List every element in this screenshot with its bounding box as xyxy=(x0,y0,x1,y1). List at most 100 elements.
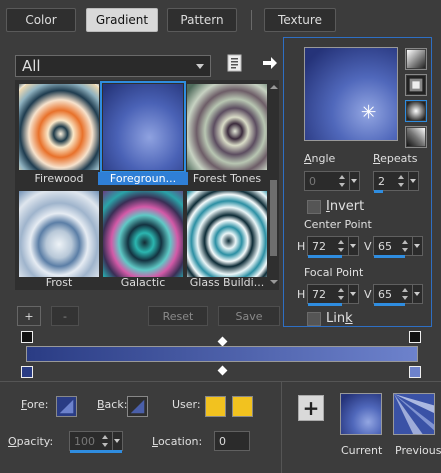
focal-v-label: V xyxy=(364,288,372,301)
repeats-spinner[interactable] xyxy=(397,173,407,189)
center-v-slider[interactable] xyxy=(374,255,405,258)
center-v-field[interactable]: 65 xyxy=(373,236,423,256)
thumbnail-label: Galactic xyxy=(120,276,166,289)
thumbnail-firewood[interactable] xyxy=(19,84,99,170)
sunburst-style-icon[interactable] xyxy=(405,100,427,122)
tab-pattern[interactable]: Pattern xyxy=(167,8,237,32)
focal-h-label: H xyxy=(297,288,306,301)
thumbnail-glass-building[interactable] xyxy=(187,191,267,277)
center-h-dropdown[interactable] xyxy=(348,237,358,255)
user-swatch-2[interactable] xyxy=(232,396,253,417)
current-swatch[interactable] xyxy=(340,393,382,435)
library-icon[interactable] xyxy=(226,54,244,72)
center-h-field[interactable]: 72 xyxy=(307,236,359,256)
focal-v-field[interactable]: 65 xyxy=(373,284,423,304)
previous-label: Previous xyxy=(395,444,441,457)
angle-field[interactable]: 0 xyxy=(304,171,360,191)
linear-style-icon[interactable] xyxy=(405,48,427,70)
link-checkbox[interactable] xyxy=(307,312,321,326)
focal-h-slider[interactable] xyxy=(308,303,342,306)
opacity-spinner[interactable] xyxy=(101,433,111,449)
thumbnail-forest-tones[interactable] xyxy=(187,84,267,170)
thumbnail-label: Forest Tones xyxy=(192,172,262,185)
category-dropdown[interactable]: All xyxy=(15,55,211,77)
focal-point-label: Focal Point xyxy=(304,266,364,279)
user-swatch-1[interactable] xyxy=(205,396,226,417)
scroll-up-icon[interactable] xyxy=(270,85,278,89)
arrow-right-icon[interactable] xyxy=(262,56,278,70)
opacity-dropdown[interactable] xyxy=(112,432,122,450)
thumbnail-foreground[interactable] xyxy=(100,81,186,173)
color-midpoint[interactable] xyxy=(217,365,228,376)
thumbnail-label: Glass Buildi... xyxy=(189,276,265,289)
tab-color[interactable]: Color xyxy=(6,8,76,32)
tab-separator xyxy=(251,10,252,30)
center-h-slider[interactable] xyxy=(308,255,342,258)
thumbnail-label: Frost xyxy=(45,276,73,289)
opacity-slider[interactable] xyxy=(70,450,122,453)
divider xyxy=(281,382,282,473)
gradient-preview[interactable] xyxy=(304,47,398,141)
focal-v-dropdown[interactable] xyxy=(412,285,422,303)
current-label: Current xyxy=(341,444,383,457)
fore-label: Fore: xyxy=(21,398,49,411)
transparency-stop-end[interactable] xyxy=(409,331,421,343)
angle-value: 0 xyxy=(309,174,316,188)
invert-checkbox[interactable] xyxy=(307,200,321,214)
angle-label: Angle xyxy=(304,152,336,165)
remove-gradient-button[interactable]: - xyxy=(51,306,79,326)
fore-swatch[interactable] xyxy=(56,396,77,417)
chevron-down-icon xyxy=(196,64,204,69)
rectangular-style-icon[interactable] xyxy=(405,74,427,96)
save-button[interactable]: Save xyxy=(218,306,280,326)
add-gradient-button[interactable]: + xyxy=(17,306,41,326)
thumbnail-frost[interactable] xyxy=(19,191,99,277)
location-value: 0 xyxy=(219,434,226,448)
category-selected-value: All xyxy=(22,57,41,75)
focal-v-value: 65 xyxy=(378,287,392,301)
opacity-field[interactable]: 100 xyxy=(69,431,123,451)
thumbnail-label: Firewood xyxy=(34,172,84,185)
color-stop-end[interactable] xyxy=(409,366,421,378)
location-field[interactable]: 0 xyxy=(214,431,250,451)
thumbnail-label: Foregroun... xyxy=(98,172,188,185)
link-label: Link xyxy=(326,311,353,326)
back-label: Back: xyxy=(97,398,128,411)
divider xyxy=(0,381,441,382)
reset-button[interactable]: Reset xyxy=(148,306,208,326)
repeats-field[interactable]: 2 xyxy=(373,171,419,191)
angle-spinner[interactable] xyxy=(338,173,348,189)
repeats-slider[interactable] xyxy=(374,190,383,193)
thumbnail-galactic[interactable] xyxy=(103,191,183,277)
focal-v-slider[interactable] xyxy=(374,303,405,306)
user-label: User: xyxy=(172,398,201,411)
add-to-library-button[interactable]: + xyxy=(298,395,324,421)
center-h-value: 72 xyxy=(312,239,326,253)
gradient-editor-bar[interactable] xyxy=(26,346,418,362)
center-h-label: H xyxy=(297,240,306,253)
radial-style-icon[interactable] xyxy=(405,126,427,148)
previous-swatch[interactable] xyxy=(393,393,435,435)
scroll-down-icon[interactable] xyxy=(270,280,278,284)
back-swatch[interactable] xyxy=(127,396,148,417)
transparency-stop-start[interactable] xyxy=(21,331,33,343)
focal-h-field[interactable]: 72 xyxy=(307,284,359,304)
tab-texture[interactable]: Texture xyxy=(264,8,336,32)
scroll-thumb[interactable] xyxy=(270,180,277,256)
opacity-value: 100 xyxy=(74,434,95,448)
tab-gradient[interactable]: Gradient xyxy=(86,8,158,32)
focal-h-dropdown[interactable] xyxy=(348,285,358,303)
transparency-midpoint[interactable] xyxy=(217,336,228,347)
repeats-value: 2 xyxy=(378,174,385,188)
invert-label: Invert xyxy=(326,199,365,214)
focal-v-spinner[interactable] xyxy=(401,286,411,302)
focal-h-spinner[interactable] xyxy=(337,286,347,302)
repeats-dropdown[interactable] xyxy=(408,172,418,190)
center-v-spinner[interactable] xyxy=(401,238,411,254)
center-h-spinner[interactable] xyxy=(337,238,347,254)
center-v-dropdown[interactable] xyxy=(412,237,422,255)
center-v-value: 65 xyxy=(378,239,392,253)
angle-dropdown[interactable] xyxy=(349,172,359,190)
list-scrollbar[interactable] xyxy=(269,82,278,288)
color-stop-start[interactable] xyxy=(21,366,33,378)
